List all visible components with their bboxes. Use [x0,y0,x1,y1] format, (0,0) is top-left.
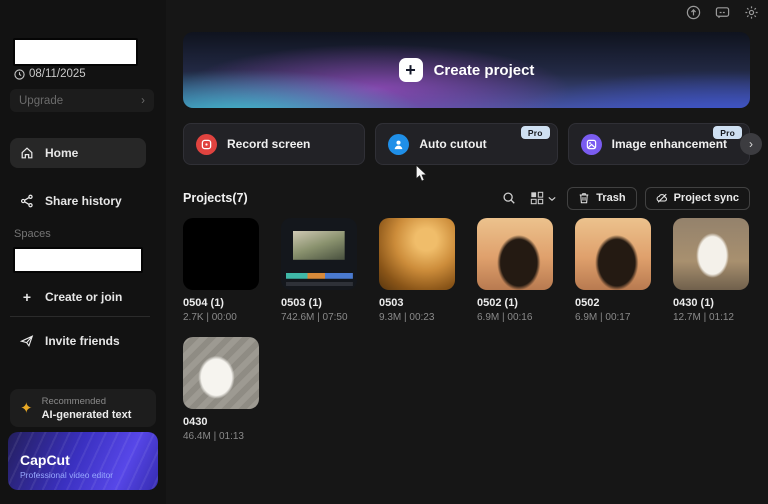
sidebar-item-label: Create or join [45,290,122,304]
profile-name-redacted[interactable] [13,38,138,66]
sidebar-item-label: Invite friends [45,334,120,348]
chevron-down-icon [548,191,556,206]
projects-header: Projects(7) [183,186,750,210]
project-sync-label: Project sync [674,192,739,204]
project-title: 0503 (1) [281,297,357,309]
view-mode-dropdown[interactable] [527,188,559,209]
capcut-pro-editor-banner[interactable]: CapCut Professional video editor [8,432,158,490]
spaces-section-label: Spaces [14,228,51,240]
project-card[interactable]: 0503 (1) 742.6M | 07:50 [281,218,357,323]
mouse-cursor [415,164,428,183]
project-title: 0502 [575,297,651,309]
recommended-ai-generated-text[interactable]: ✦ Recommended AI-generated text [10,389,156,427]
trash-icon [578,192,590,204]
search-icon[interactable] [499,188,519,208]
upgrade-button[interactable]: Upgrade › [10,89,154,112]
project-sync-button[interactable]: Project sync [645,187,750,210]
feedback-icon[interactable] [713,3,731,21]
upgrade-label: Upgrade [19,95,63,107]
feature-label: Auto cutout [419,137,486,151]
project-stats: 12.7M | 01:12 [673,312,749,323]
create-project-button[interactable]: + Create project [183,32,750,108]
paper-plane-icon [20,334,34,348]
recommended-item-label: AI-generated text [42,409,132,421]
sparkle-icon: ✦ [20,401,33,416]
quick-feature-row: Record screen Auto cutout Pro Image enha… [183,123,750,165]
sidebar-item-create-or-join[interactable]: + Create or join [10,282,132,312]
upload-icon[interactable] [684,3,702,21]
project-thumbnail[interactable] [281,218,357,290]
recommended-tag: Recommended [42,396,132,407]
project-thumbnail[interactable] [477,218,553,290]
projects-count-title: Projects(7) [183,191,248,205]
project-stats: 6.9M | 00:16 [477,312,553,323]
project-title: 0430 [183,416,259,428]
project-stats: 2.7K | 00:00 [183,312,259,323]
image-enhancement-button[interactable]: Image enhancement Pro [568,123,750,165]
project-card[interactable]: 0504 (1) 2.7K | 00:00 [183,218,259,323]
auto-cutout-button[interactable]: Auto cutout Pro [375,123,557,165]
project-card[interactable]: 0430 46.4M | 01:13 [183,337,259,442]
settings-gear-icon[interactable] [742,3,760,21]
chevron-right-icon: › [141,95,145,107]
project-stats: 46.4M | 01:13 [183,431,259,442]
sidebar-item-home[interactable]: Home [10,138,146,168]
projects-grid: 0504 (1) 2.7K | 00:00 0503 (1) 742.6M | … [183,218,763,442]
project-thumbnail[interactable] [673,218,749,290]
projects-controls: Trash Project sync [499,187,750,210]
project-title: 0430 (1) [673,297,749,309]
project-card[interactable]: 0430 (1) 12.7M | 01:12 [673,218,749,323]
pro-badge: Pro [521,126,550,139]
capcut-banner-subtitle: Professional video editor [20,470,146,480]
capcut-logo-text: CapCut [20,452,146,468]
record-icon [196,134,217,155]
project-title: 0504 (1) [183,297,259,309]
person-cutout-icon [388,134,409,155]
share-icon [20,194,34,208]
date-text: 08/11/2025 [29,68,86,80]
plus-icon: + [20,289,34,305]
feature-label: Image enhancement [612,137,727,151]
trash-button[interactable]: Trash [567,187,636,210]
feature-label: Record screen [227,137,310,151]
capcut-home-window: 08/11/2025 Upgrade › Home Share history … [0,0,768,504]
sidebar-item-share-history[interactable]: Share history [10,186,132,216]
project-card[interactable]: 0502 6.9M | 00:17 [575,218,651,323]
home-icon [20,146,34,160]
project-card[interactable]: 0502 (1) 6.9M | 00:16 [477,218,553,323]
project-title: 0503 [379,297,455,309]
record-screen-button[interactable]: Record screen [183,123,365,165]
trash-label: Trash [596,192,625,204]
project-stats: 742.6M | 07:50 [281,312,357,323]
titlebar-actions [684,3,760,21]
sidebar-divider [10,316,150,317]
cloud-sync-off-icon [656,192,668,204]
project-thumbnail[interactable] [379,218,455,290]
project-thumbnail[interactable] [575,218,651,290]
sidebar-item-invite-friends[interactable]: Invite friends [10,326,130,356]
sidebar-item-label: Home [45,146,78,160]
membership-date: 08/11/2025 [14,68,86,80]
project-stats: 6.9M | 00:17 [575,312,651,323]
create-project-label: Create project [434,62,535,79]
space-name-redacted[interactable] [13,247,143,273]
project-thumbnail[interactable] [183,218,259,290]
project-title: 0502 (1) [477,297,553,309]
project-thumbnail[interactable] [183,337,259,409]
project-card[interactable]: 0503 9.3M | 00:23 [379,218,455,323]
plus-icon: + [399,58,423,82]
project-stats: 9.3M | 00:23 [379,312,455,323]
clock-icon [14,69,25,80]
image-enhance-icon [581,134,602,155]
sidebar: 08/11/2025 Upgrade › Home Share history … [0,0,166,504]
grid-view-icon [530,191,544,205]
pro-badge: Pro [713,126,742,139]
features-next-chevron-button[interactable]: › [740,133,762,155]
sidebar-item-label: Share history [45,194,122,208]
